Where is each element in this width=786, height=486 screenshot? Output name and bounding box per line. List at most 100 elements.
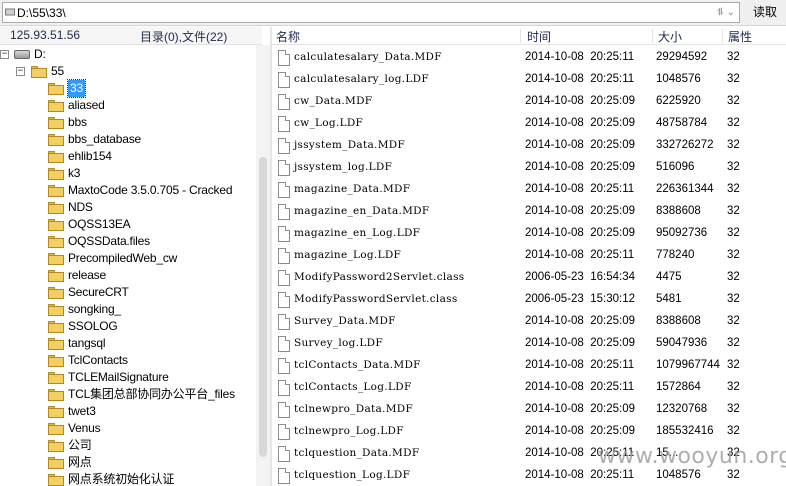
dropdown-arrows-icon[interactable]: ⥮ ⌄ xyxy=(717,5,735,21)
file-row[interactable]: calculatesalary_Data.MDF 2014-10-08 20:25… xyxy=(272,47,786,69)
file-attr: 32 xyxy=(727,381,740,393)
file-row[interactable]: magazine_en_Log.LDF 2014-10-08 20:25:09 95… xyxy=(272,223,786,245)
tree-node-folder[interactable]: NDS xyxy=(0,199,256,216)
file-name: ModifyPasswordServlet.class xyxy=(294,293,458,305)
tree-node-folder[interactable]: twet3 xyxy=(0,403,256,420)
folder-icon xyxy=(48,338,64,350)
file-time: 2006-05-23 16:54:34 xyxy=(525,271,635,283)
tree-node-drive[interactable]: − D: xyxy=(0,46,256,63)
file-name: magazine_en_Data.MDF xyxy=(294,205,430,217)
scrollbar-thumb[interactable] xyxy=(259,157,267,457)
folder-icon xyxy=(48,474,64,486)
file-name: tclnewpro_Log.LDF xyxy=(294,425,404,437)
file-list-header: 名称 时间 大小 属性 xyxy=(272,27,786,45)
column-attr[interactable]: 属性 xyxy=(728,28,752,45)
file-row[interactable]: ModifyPasswordServlet.class 2006-05-23 15… xyxy=(272,289,786,311)
path-combobox[interactable]: ⥮ ⌄ xyxy=(2,2,740,23)
column-time[interactable]: 时间 xyxy=(527,28,551,45)
file-row[interactable]: calculatesalary_log.LDF 2014-10-08 20:25:… xyxy=(272,69,786,91)
file-row[interactable]: cw_Log.LDF 2014-10-08 20:25:09 48758784 32 xyxy=(272,113,786,135)
file-size: 1048576 xyxy=(656,73,701,85)
file-attr: 32 xyxy=(727,205,740,217)
file-time: 2014-10-08 20:25:11 xyxy=(525,381,635,393)
file-name: magazine_Data.MDF xyxy=(294,183,411,195)
file-icon xyxy=(278,160,290,176)
tree-node-folder[interactable]: ehlib154 xyxy=(0,148,256,165)
tree-node-folder[interactable]: aliased xyxy=(0,97,256,114)
tree-node-folder[interactable]: 网点 xyxy=(0,454,256,471)
collapse-icon[interactable]: − xyxy=(0,50,9,59)
file-icon xyxy=(278,94,290,110)
tree-node-folder[interactable]: tangsql xyxy=(0,335,256,352)
tree-label: songking_ xyxy=(68,302,121,316)
tree-node-folder[interactable]: 33 xyxy=(0,79,256,98)
file-row[interactable]: magazine_Data.MDF 2014-10-08 20:25:11 2263… xyxy=(272,179,786,201)
tree-node-folder[interactable]: OQSS13EA xyxy=(0,216,256,233)
file-row[interactable]: Survey_Data.MDF 2014-10-08 20:25:09 838860… xyxy=(272,311,786,333)
collapse-icon[interactable]: − xyxy=(16,67,25,76)
folder-icon xyxy=(48,287,64,299)
tree-node-folder[interactable]: 公司 xyxy=(0,437,256,454)
file-list: 名称 时间 大小 属性 calculatesalary_Data.MDF 2014… xyxy=(272,27,786,486)
tree-label: D: xyxy=(34,47,46,61)
file-row[interactable]: tclContacts_Data.MDF 2014-10-08 20:25:11 1… xyxy=(272,355,786,377)
tree-node-folder[interactable]: 网点系统初始化认证 xyxy=(0,471,256,486)
file-row[interactable]: tclContacts_Log.LDF 2014-10-08 20:25:11 15… xyxy=(272,377,786,399)
folder-icon xyxy=(48,423,64,435)
tree-node-folder[interactable]: release xyxy=(0,267,256,284)
file-row[interactable]: jssystem_Data.MDF 2014-10-08 20:25:09 3327… xyxy=(272,135,786,157)
file-icon xyxy=(278,446,290,462)
file-icon xyxy=(278,116,290,132)
tree-label: k3 xyxy=(68,166,81,180)
file-attr: 32 xyxy=(727,139,740,151)
file-name: cw_Data.MDF xyxy=(294,95,373,107)
tree-node-folder[interactable]: SSOLOG xyxy=(0,318,256,335)
tree-node-folder[interactable]: PrecompiledWeb_cw xyxy=(0,250,256,267)
file-size: 778240 xyxy=(656,249,695,261)
tree-node-folder[interactable]: TCLEMailSignature xyxy=(0,369,256,386)
file-name: tclquestion_Data.MDF xyxy=(294,447,420,459)
tree-node-folder[interactable]: SecureCRT xyxy=(0,284,256,301)
info-bar: 125.93.51.56 目录(0),文件(22) xyxy=(0,27,262,45)
file-time: 2014-10-08 20:25:09 xyxy=(525,95,635,107)
file-icon xyxy=(278,226,290,242)
tree-node-folder[interactable]: bbs xyxy=(0,114,256,131)
file-row[interactable]: Survey_log.LDF 2014-10-08 20:25:09 5904793… xyxy=(272,333,786,355)
tree-label: tangsql xyxy=(68,336,106,350)
file-time: 2014-10-08 20:25:11 xyxy=(525,469,635,481)
file-name: magazine_en_Log.LDF xyxy=(294,227,421,239)
column-size[interactable]: 大小 xyxy=(658,28,682,45)
file-icon xyxy=(278,380,290,396)
path-input[interactable] xyxy=(17,5,697,21)
tree-node-folder[interactable]: MaxtoCode 3.5.0.705 - Cracked xyxy=(0,182,256,199)
file-icon xyxy=(278,204,290,220)
tree-node-folder[interactable]: songking_ xyxy=(0,301,256,318)
file-size: 95092736 xyxy=(656,227,708,239)
tree-node-folder[interactable]: Venus xyxy=(0,420,256,437)
file-name: tclnewpro_Data.MDF xyxy=(294,403,414,415)
tree-node-folder[interactable]: OQSSData.files xyxy=(0,233,256,250)
file-row[interactable]: tclnewpro_Data.MDF 2014-10-08 20:25:09 123… xyxy=(272,399,786,421)
tree-node-folder[interactable]: TCL集团总部协同办公平台_files xyxy=(0,386,256,403)
file-row[interactable]: ModifyPassword2Servlet.class 2006-05-23 1… xyxy=(272,267,786,289)
file-attr: 32 xyxy=(727,293,740,305)
file-row[interactable]: magazine_Log.LDF 2014-10-08 20:25:11 77824… xyxy=(272,245,786,267)
tree-label: TclContacts xyxy=(68,353,128,367)
tree-node-folder[interactable]: k3 xyxy=(0,165,256,182)
dir-file-count: 目录(0),文件(22) xyxy=(140,30,228,44)
file-row[interactable]: tclnewpro_Log.LDF 2014-10-08 20:25:09 1855… xyxy=(272,421,786,443)
tree-scrollbar[interactable] xyxy=(256,45,270,486)
file-row[interactable]: jssystem_log.LDF 2014-10-08 20:25:09 51609… xyxy=(272,157,786,179)
file-row[interactable]: cw_Data.MDF 2014-10-08 20:25:09 6225920 32 xyxy=(272,91,786,113)
tree-node-folder[interactable]: TclContacts xyxy=(0,352,256,369)
tree-node-folder[interactable]: bbs_database xyxy=(0,131,256,148)
file-time: 2014-10-08 20:25:09 xyxy=(525,161,635,173)
file-time: 2014-10-08 20:25:11 xyxy=(525,359,635,371)
folder-icon xyxy=(48,321,64,333)
file-row[interactable]: magazine_en_Data.MDF 2014-10-08 20:25:09 8… xyxy=(272,201,786,223)
read-button[interactable]: 读取 xyxy=(746,2,784,23)
tree-node-55[interactable]: − 55 xyxy=(0,63,256,80)
tree-label: TCL集团总部协同办公平台_files xyxy=(68,387,235,401)
tree-label: TCLEMailSignature xyxy=(68,370,169,384)
column-name[interactable]: 名称 xyxy=(276,28,300,45)
